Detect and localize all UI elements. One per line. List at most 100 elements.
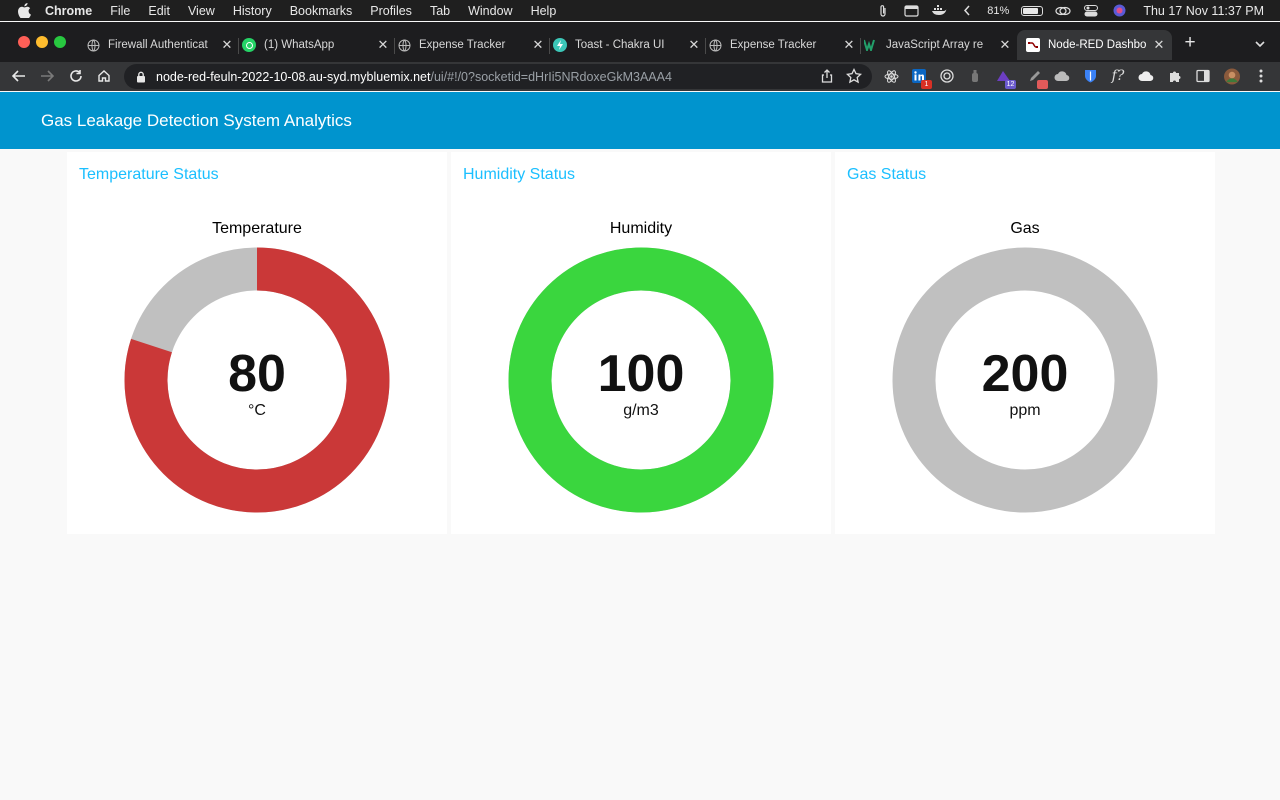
whatsapp-icon (242, 38, 256, 52)
grey-extension-icon[interactable] (967, 68, 983, 84)
back-arrow-icon[interactable] (11, 68, 27, 84)
function-icon[interactable]: f? (1110, 68, 1126, 84)
gauge-value: 200 (981, 345, 1069, 403)
status-area: 81% Thu 17 Nov 11:37 PM (875, 0, 1264, 21)
gas-group-card: Gas Status Gas 200 ppm (835, 152, 1215, 534)
pencil-extension-icon[interactable] (1027, 68, 1048, 89)
puzzle-extensions-icon[interactable] (1167, 68, 1183, 84)
url-path: /ui/#!/0?socketid=dHrIi5NRdoxeGkM3AAA4 (430, 69, 672, 84)
close-tab-icon[interactable]: ✕ (842, 37, 856, 52)
profile-avatar[interactable] (1224, 68, 1240, 84)
address-bar[interactable]: node-red-feuln-2022-10-08.au-syd.mybluem… (124, 64, 872, 89)
cloud-gear-extension-icon[interactable] (1054, 68, 1070, 84)
siri-icon[interactable] (1111, 4, 1127, 17)
close-tab-icon[interactable]: ✕ (376, 37, 390, 52)
tab-search-chevron-icon[interactable] (1252, 36, 1268, 52)
tab-javascript-array[interactable]: JavaScript Array re ✕ (864, 30, 1012, 60)
close-tab-icon[interactable]: ✕ (1152, 37, 1166, 52)
bookmark-star-icon[interactable] (845, 67, 863, 84)
minimize-window-button[interactable] (36, 36, 48, 48)
chrome-tab-strip: Firewall Authenticat ✕ (1) WhatsApp ✕ Ex… (0, 22, 1280, 62)
bitwarden-icon[interactable] (1082, 68, 1098, 84)
paperclip-icon[interactable] (875, 4, 891, 17)
tab-title: Toast - Chakra UI (575, 39, 665, 51)
humidity-group-card: Humidity Status Humidity 100 g/m3 (451, 152, 831, 534)
linkedin-badge: 1 (921, 80, 932, 89)
menu-file[interactable]: File (110, 4, 130, 18)
apple-icon[interactable] (17, 3, 31, 18)
gauge-value: 100 (597, 345, 685, 403)
tab-expense-tracker-2[interactable]: Expense Tracker ✕ (708, 30, 861, 60)
url-host: node-red-feuln-2022-10-08.au-syd.mybluem… (156, 69, 431, 84)
tab-firewall-authentication[interactable]: Firewall Authenticat ✕ (86, 30, 239, 60)
temperature-group-card: Temperature Status Temperature 80 °C (67, 152, 447, 534)
tab-title: Expense Tracker (419, 39, 506, 51)
close-tab-icon[interactable]: ✕ (531, 37, 545, 52)
menu-window[interactable]: Window (468, 4, 512, 18)
chrome-toolbar: node-red-feuln-2022-10-08.au-syd.mybluem… (0, 62, 1280, 91)
battery-percent: 81% (987, 4, 1010, 17)
linkedin-icon[interactable]: 1 (911, 68, 932, 89)
target-extension-icon[interactable] (939, 68, 955, 84)
tab-node-red-dashboard[interactable]: Node-RED Dashbo ✕ (1017, 30, 1172, 60)
node-red-icon (1026, 38, 1040, 52)
globe-icon (397, 38, 411, 52)
menubar-clock: Thu 17 Nov 11:37 PM (1143, 3, 1264, 18)
menu-bookmarks[interactable]: Bookmarks (290, 4, 353, 18)
tab-whatsapp[interactable]: (1) WhatsApp ✕ (242, 30, 395, 60)
new-tab-button[interactable]: + (1181, 33, 1199, 52)
docker-icon[interactable] (931, 4, 947, 17)
close-tab-icon[interactable]: ✕ (998, 37, 1012, 52)
window-icon[interactable] (903, 4, 919, 17)
reload-icon[interactable] (68, 68, 84, 84)
tab-title: JavaScript Array re (886, 39, 984, 51)
gauge-unit: g/m3 (623, 402, 659, 419)
close-tab-icon[interactable]: ✕ (687, 37, 701, 52)
menu-help[interactable]: Help (531, 4, 557, 18)
gauge-title: Gas (1010, 220, 1040, 237)
globe-icon (86, 38, 100, 52)
side-panel-icon[interactable] (1195, 68, 1211, 84)
tab-expense-tracker[interactable]: Expense Tracker ✕ (397, 30, 550, 60)
home-icon[interactable] (96, 68, 112, 84)
tab-title: Firewall Authenticat (108, 39, 208, 51)
group-title: Humidity Status (463, 166, 576, 183)
url-text: node-red-feuln-2022-10-08.au-syd.mybluem… (156, 70, 672, 84)
share-icon[interactable] (820, 69, 834, 83)
w3-icon (864, 38, 878, 52)
forward-arrow-icon[interactable] (39, 68, 55, 84)
globe-icon (708, 38, 722, 52)
chakra-icon (553, 38, 567, 52)
close-window-button[interactable] (18, 36, 30, 48)
group-title: Gas Status (847, 166, 927, 183)
link-icon[interactable] (1055, 4, 1071, 17)
zoom-window-button[interactable] (54, 36, 66, 48)
lock-icon[interactable] (135, 71, 147, 83)
group-title: Temperature Status (79, 166, 219, 183)
purple-extension-icon[interactable]: 12 (995, 68, 1016, 89)
tab-title: Node-RED Dashbo (1048, 39, 1147, 51)
tab-title: Expense Tracker (730, 39, 817, 51)
close-tab-icon[interactable]: ✕ (220, 37, 234, 52)
control-center-icon[interactable] (1083, 4, 1099, 17)
dashboard-title: Gas Leakage Detection System Analytics (41, 111, 352, 130)
dashboard-header: Gas Leakage Detection System Analytics (0, 92, 1280, 149)
menu-view[interactable]: View (188, 4, 215, 18)
gauge-title: Humidity (609, 220, 673, 237)
macos-menu-bar: Chrome File Edit View History Bookmarks … (0, 0, 1280, 21)
menu-tab[interactable]: Tab (430, 4, 450, 18)
menu-app-chrome[interactable]: Chrome (45, 4, 92, 18)
gauge-unit: °C (248, 402, 266, 419)
react-devtools-icon[interactable] (883, 68, 899, 84)
menu-history[interactable]: History (233, 4, 272, 18)
gauge-title: Temperature (212, 220, 302, 237)
chevron-left-icon[interactable] (959, 4, 975, 17)
pencil-extension-badge (1037, 80, 1048, 89)
tab-chakra-ui-toast[interactable]: Toast - Chakra UI ✕ (553, 30, 706, 60)
battery-icon[interactable] (1021, 5, 1044, 16)
menu-edit[interactable]: Edit (148, 4, 170, 18)
tab-title: (1) WhatsApp (264, 39, 335, 51)
chrome-menu-icon[interactable] (1253, 68, 1269, 84)
menu-profiles[interactable]: Profiles (370, 4, 412, 18)
cloud-extension-icon[interactable] (1138, 68, 1154, 84)
